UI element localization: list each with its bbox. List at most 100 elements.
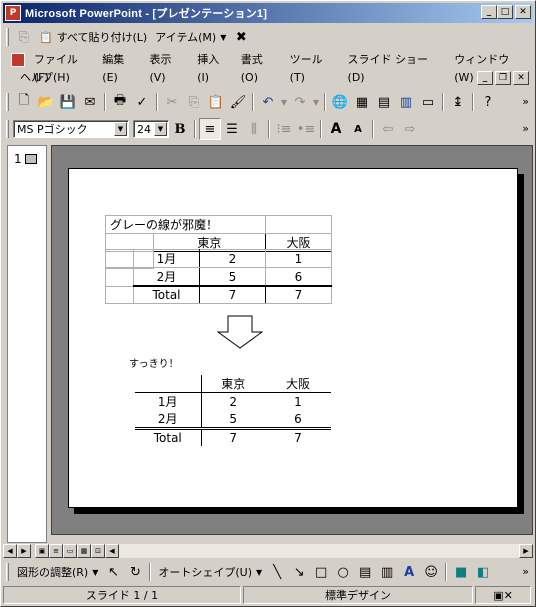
- empty-cell[interactable]: [265, 215, 332, 234]
- maximize-button[interactable]: □: [497, 5, 513, 19]
- new-document-icon[interactable]: 🗋: [13, 91, 35, 113]
- 3d-icon[interactable]: ◧: [472, 561, 494, 583]
- title-bar[interactable]: P Microsoft PowerPoint - [プレゼンテーション1] _ …: [3, 3, 533, 23]
- doc-restore-button[interactable]: ❐: [495, 71, 511, 85]
- hyperlink-icon[interactable]: 🌐: [329, 91, 351, 113]
- open-folder-icon[interactable]: 📂: [35, 91, 57, 113]
- doc-minimize-button[interactable]: _: [477, 71, 493, 85]
- print-icon[interactable]: 🖶: [109, 91, 131, 113]
- align-left-icon[interactable]: ≡: [199, 118, 221, 140]
- empty-cell[interactable]: [105, 267, 134, 287]
- value-cell[interactable]: 2: [199, 249, 266, 268]
- toolbar-options-icon[interactable]: »: [522, 122, 529, 135]
- menu-tools[interactable]: ツール(T): [285, 51, 343, 84]
- insert-chart-icon[interactable]: ▥: [395, 91, 417, 113]
- toolbar-grip[interactable]: [6, 120, 9, 138]
- value-cell[interactable]: 2: [200, 392, 265, 410]
- select-pointer-icon[interactable]: ↖: [102, 561, 124, 583]
- value-cell[interactable]: 6: [265, 267, 332, 287]
- save-icon[interactable]: 💾: [57, 91, 79, 113]
- toolbar-options-icon[interactable]: »: [522, 95, 529, 108]
- sorter-view-icon[interactable]: ▦: [77, 544, 91, 558]
- copy-icon[interactable]: ⎘: [183, 91, 205, 113]
- font-size-select[interactable]: 24 ▼: [133, 120, 169, 138]
- dropdown-arrow-icon[interactable]: ▼: [114, 122, 127, 136]
- arrow-icon[interactable]: ↘: [288, 561, 310, 583]
- toolbar-grip[interactable]: [6, 563, 9, 581]
- shadow-icon[interactable]: ■: [450, 561, 472, 583]
- minimize-button[interactable]: _: [481, 5, 497, 19]
- table-title-cell[interactable]: グレーの線が邪魔！: [105, 215, 266, 234]
- menu-help[interactable]: ヘルプ(H): [15, 69, 75, 87]
- clipart-icon[interactable]: ☺: [420, 561, 442, 583]
- numbering-icon[interactable]: ⁝≡: [273, 118, 295, 140]
- help-icon[interactable]: ?: [477, 91, 499, 113]
- scroll-right-icon[interactable]: ▶: [519, 544, 533, 558]
- items-dropdown[interactable]: アイテム(M) ▼: [151, 26, 230, 48]
- toolbar-options-icon[interactable]: »: [522, 565, 529, 578]
- outline-view-icon[interactable]: ≡: [49, 544, 63, 558]
- value-cell[interactable]: 7: [200, 427, 265, 446]
- empty-cell[interactable]: [105, 249, 134, 268]
- scroll-left-icon[interactable]: ◀: [105, 544, 119, 558]
- document-icon[interactable]: [11, 53, 25, 67]
- outline-pane[interactable]: 1: [7, 145, 47, 543]
- rectangle-icon[interactable]: □: [310, 561, 332, 583]
- caption-text[interactable]: すっきり！: [129, 355, 179, 370]
- slide-thumbnail-icon[interactable]: [24, 154, 37, 164]
- slide-canvas[interactable]: グレーの線が邪魔！ 東京 大阪 すっきり！ 東京 大阪 1月 2 1 2月 5 …: [68, 168, 518, 508]
- menu-view[interactable]: 表示(V): [144, 51, 192, 84]
- insert-grid-icon[interactable]: ▤: [373, 91, 395, 113]
- header-cell[interactable]: 東京: [200, 375, 265, 393]
- demote-icon[interactable]: ⇨: [399, 118, 421, 140]
- menu-insert[interactable]: 挿入(I): [192, 51, 236, 84]
- value-cell[interactable]: 5: [199, 267, 266, 287]
- bullets-icon[interactable]: •≡: [295, 118, 317, 140]
- wordart-icon[interactable]: A: [398, 561, 420, 583]
- row-label[interactable]: Total: [135, 427, 201, 446]
- value-cell[interactable]: 5: [200, 410, 265, 429]
- expand-icon[interactable]: ↨: [447, 91, 469, 113]
- autoshape-button[interactable]: オートシェイプ(U) ▼: [154, 561, 266, 583]
- bold-icon[interactable]: B: [169, 118, 191, 140]
- close-button[interactable]: ✕: [515, 5, 531, 19]
- scroll-track[interactable]: [119, 544, 519, 558]
- clear-clipboard-icon[interactable]: ✖: [230, 26, 252, 48]
- rotate-icon[interactable]: ↻: [124, 561, 146, 583]
- vertical-textbox-icon[interactable]: ▥: [376, 561, 398, 583]
- row-label[interactable]: 1月: [133, 249, 200, 268]
- row-label[interactable]: 2月: [135, 410, 201, 429]
- doc-close-button[interactable]: ✕: [513, 71, 529, 85]
- oval-icon[interactable]: ○: [332, 561, 354, 583]
- down-arrow-icon[interactable]: [217, 315, 263, 349]
- cut-icon[interactable]: ✂: [161, 91, 183, 113]
- value-cell[interactable]: 1: [265, 249, 332, 268]
- scroll-right-small-icon[interactable]: ▶: [17, 544, 31, 558]
- menu-format[interactable]: 書式(O): [236, 51, 285, 84]
- textbox-icon[interactable]: ▤: [354, 561, 376, 583]
- scroll-left-icon[interactable]: ◀: [3, 544, 17, 558]
- menu-file[interactable]: ファイル(F): [29, 51, 97, 84]
- format-painter-icon[interactable]: 🖌: [227, 91, 249, 113]
- copy-icon[interactable]: ⎘: [13, 26, 35, 48]
- increase-font-icon[interactable]: A: [325, 118, 347, 140]
- value-cell[interactable]: 7: [265, 285, 332, 304]
- spellcheck-icon[interactable]: ✓: [131, 91, 153, 113]
- row-label[interactable]: 1月: [135, 392, 201, 410]
- adjust-shapes-button[interactable]: 図形の調整(R) ▼: [13, 561, 102, 583]
- value-cell[interactable]: 6: [265, 410, 331, 429]
- value-cell[interactable]: 1: [265, 392, 331, 410]
- toolbar-grip[interactable]: [6, 28, 9, 46]
- line-icon[interactable]: ╲: [266, 561, 288, 583]
- font-select[interactable]: MS Pゴシック ▼: [13, 120, 129, 138]
- redo-dropdown-icon[interactable]: ▼: [311, 91, 321, 113]
- slide-view-icon[interactable]: ▭: [63, 544, 77, 558]
- paste-all-button[interactable]: 📋 すべて貼り付け(L): [35, 26, 151, 48]
- paste-icon[interactable]: 📋: [205, 91, 227, 113]
- row-label[interactable]: Total: [133, 285, 200, 304]
- undo-dropdown-icon[interactable]: ▼: [279, 91, 289, 113]
- value-cell[interactable]: 7: [199, 285, 266, 304]
- normal-view-icon[interactable]: ▣: [35, 544, 49, 558]
- insert-table-icon[interactable]: ▦: [351, 91, 373, 113]
- vertical-text-icon[interactable]: ⫼: [243, 118, 265, 140]
